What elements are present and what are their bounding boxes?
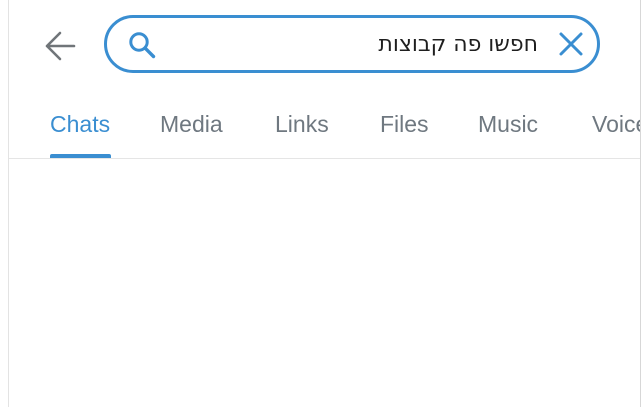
tab-files[interactable]: Files bbox=[380, 110, 429, 158]
close-icon bbox=[559, 32, 583, 56]
search-icon bbox=[129, 32, 156, 59]
search-panel: Chats Media Links Files Music Voice bbox=[8, 0, 641, 407]
clear-search-button[interactable] bbox=[557, 30, 585, 58]
search-box[interactable] bbox=[104, 15, 600, 73]
search-results-area bbox=[9, 159, 641, 407]
search-input[interactable] bbox=[165, 25, 538, 63]
tab-links[interactable]: Links bbox=[275, 110, 329, 158]
tab-media[interactable]: Media bbox=[160, 110, 223, 158]
tab-music[interactable]: Music bbox=[478, 110, 538, 158]
search-filter-tabs: Chats Media Links Files Music Voice bbox=[9, 92, 641, 158]
back-button[interactable] bbox=[42, 28, 78, 64]
tab-chats[interactable]: Chats bbox=[50, 110, 110, 158]
arrow-left-icon bbox=[45, 31, 76, 61]
tab-voice[interactable]: Voice bbox=[592, 110, 641, 158]
